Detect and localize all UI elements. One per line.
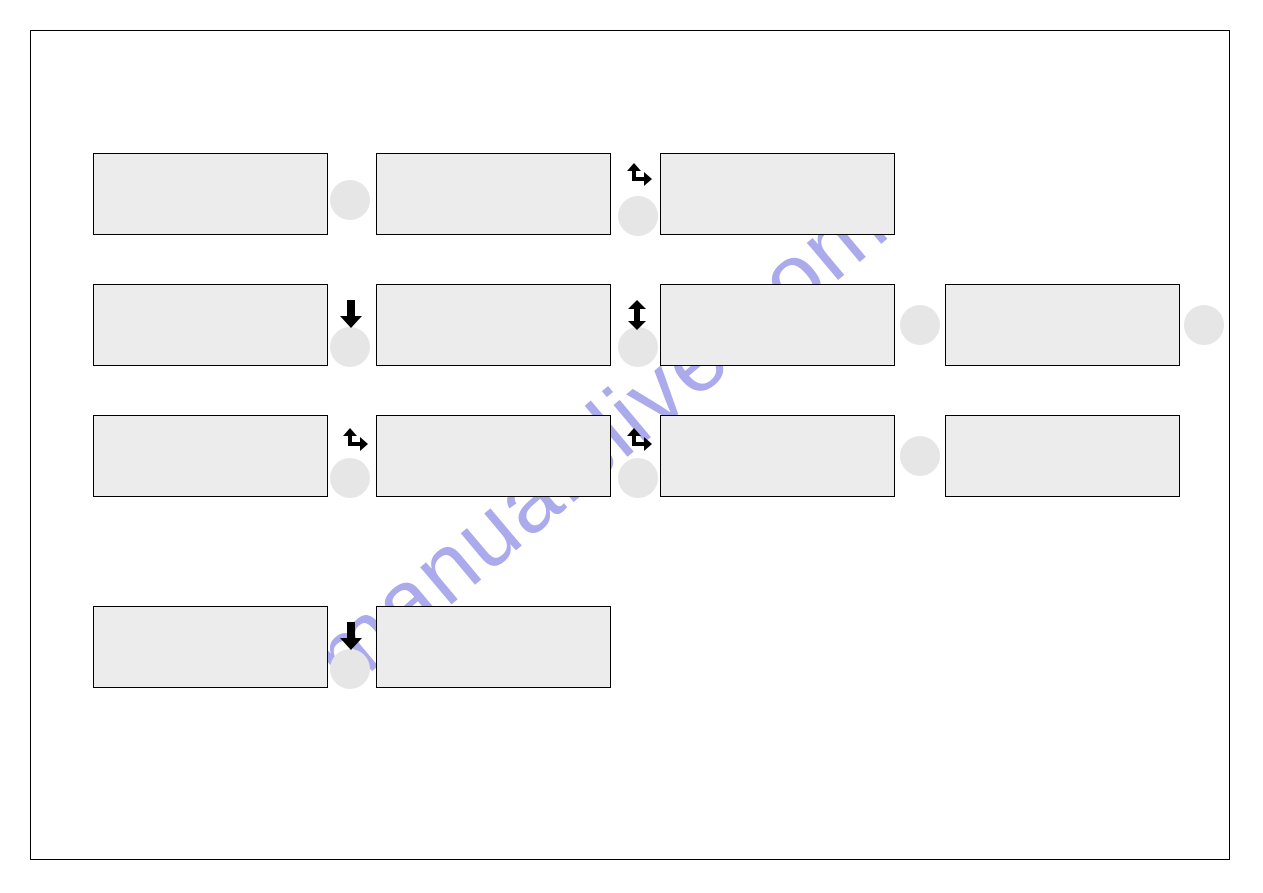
- box-r1c3: [660, 153, 895, 235]
- arrow-up-down-icon: [626, 300, 648, 330]
- arrow-down-icon: [340, 622, 362, 650]
- connector-circle: [330, 327, 370, 367]
- connector-circle: [618, 458, 658, 498]
- box-r2c4: [945, 284, 1180, 366]
- arrow-up-right-icon: [338, 428, 368, 458]
- connector-circle: [618, 196, 658, 236]
- connector-circle: [330, 649, 370, 689]
- box-r4c1: [93, 606, 328, 688]
- arrow-up-right-icon: [622, 163, 652, 193]
- box-r1c2: [376, 153, 611, 235]
- box-r2c2: [376, 284, 611, 366]
- arrow-down-icon: [340, 300, 362, 328]
- box-r2c1: [93, 284, 328, 366]
- connector-circle: [330, 180, 370, 220]
- box-r3c1: [93, 415, 328, 497]
- arrow-up-right-icon: [622, 428, 652, 458]
- box-r3c2: [376, 415, 611, 497]
- connector-circle: [618, 327, 658, 367]
- connector-circle: [900, 305, 940, 345]
- connector-circle: [1184, 305, 1224, 345]
- box-r1c1: [93, 153, 328, 235]
- connector-circle: [330, 458, 370, 498]
- box-r2c3: [660, 284, 895, 366]
- box-r3c3: [660, 415, 895, 497]
- box-r4c2: [376, 606, 611, 688]
- box-r3c4: [945, 415, 1180, 497]
- connector-circle: [900, 436, 940, 476]
